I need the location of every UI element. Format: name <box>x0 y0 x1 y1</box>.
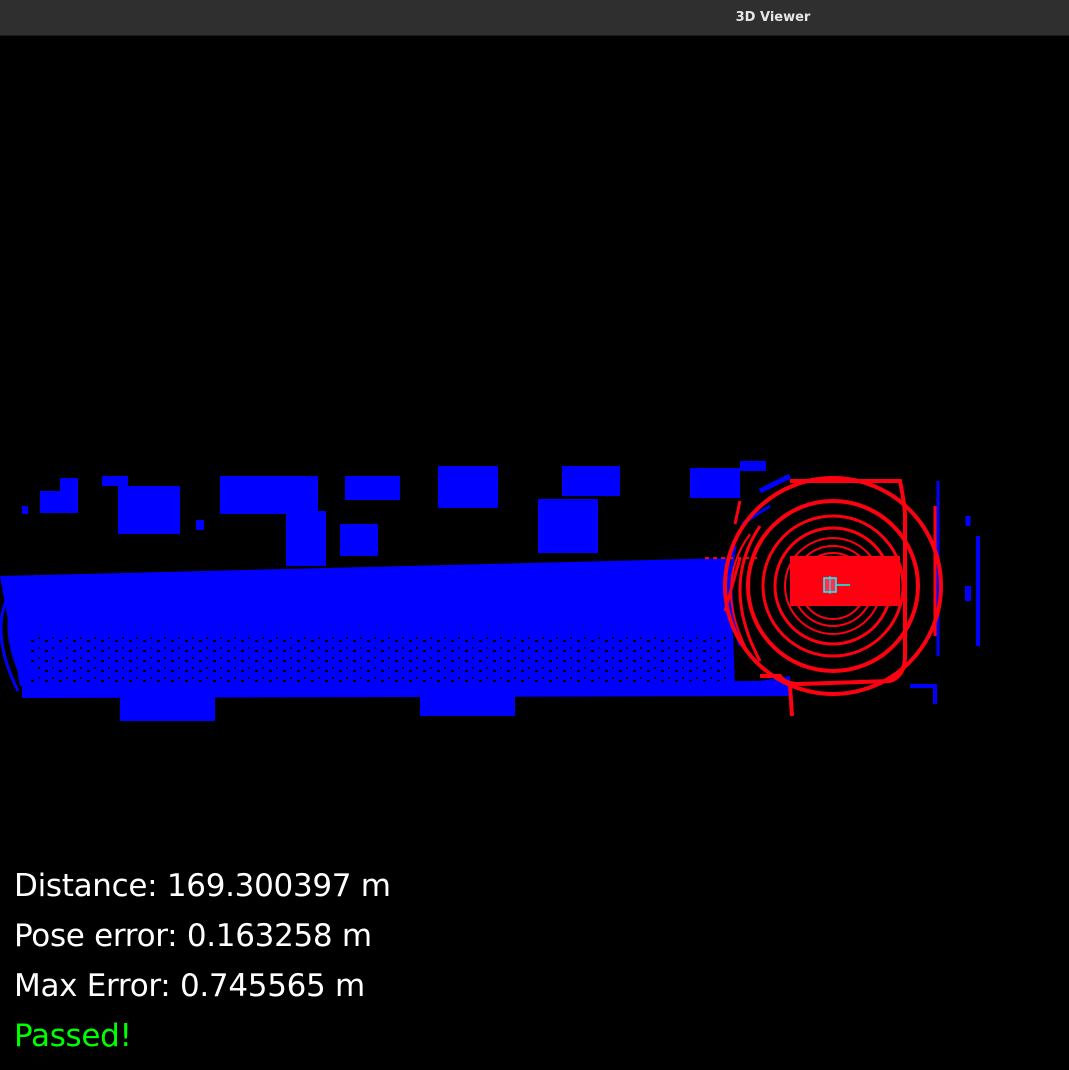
3d-viewport[interactable]: Distance: 169.300397 m Pose error: 0.163… <box>0 36 1069 1070</box>
test-status-label: Passed! <box>14 1018 132 1054</box>
max-error-readout: Max Error: 0.745565 m <box>14 968 365 1004</box>
window-titlebar[interactable]: 3D Viewer <box>0 0 1069 36</box>
point-cloud-scene[interactable] <box>0 36 1069 1070</box>
window-title: 3D Viewer <box>735 10 811 25</box>
pose-error-readout: Pose error: 0.163258 m <box>14 918 372 954</box>
distance-readout: Distance: 169.300397 m <box>14 868 391 904</box>
scan-point-cloud <box>705 476 943 717</box>
